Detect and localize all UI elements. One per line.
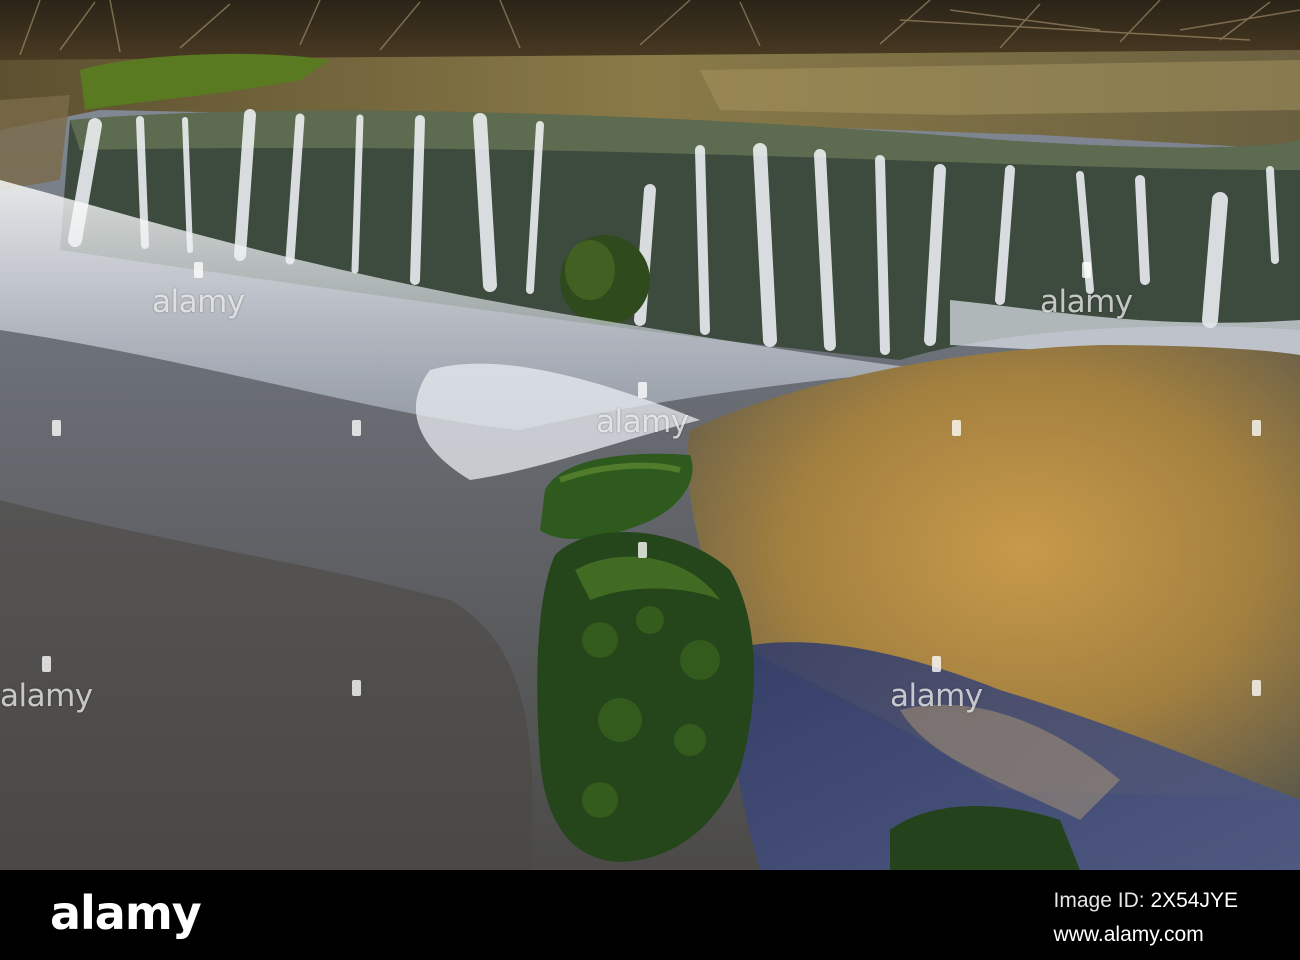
watermark: alamy [152, 262, 245, 318]
footer-logo: alamy [50, 886, 202, 940]
watermark-dot-icon [637, 382, 647, 398]
watermark-dot-icon [951, 420, 961, 436]
watermark-dot-icon [193, 262, 203, 278]
image-id-line: Image ID: 2X54JYE [1054, 884, 1238, 918]
watermark-dot-icon [351, 680, 361, 696]
image-id-value: 2X54JYE [1150, 889, 1238, 912]
stock-footer-bar: alamy Image ID: 2X54JYE www.alamy.com [0, 870, 1300, 960]
watermark: alamy [890, 656, 983, 712]
image-id-label: Image ID: [1053, 889, 1145, 912]
watermark: alamy [310, 420, 403, 476]
river-cascade-photo: alamy alamy alamy alamy alamy alamy alam… [0, 0, 1300, 870]
footer-url: www.alamy.com [1053, 923, 1204, 946]
watermark-dot-icon [637, 542, 647, 558]
watermark: alamy [10, 420, 103, 476]
watermark: alamy [1210, 420, 1300, 476]
watermark: alamy [310, 680, 403, 736]
watermark-dot-icon [1081, 262, 1091, 278]
watermark: alamy [0, 656, 93, 712]
watermark-dot-icon [931, 656, 941, 672]
watermark-dot-icon [351, 420, 361, 436]
watermark-dot-icon [51, 420, 61, 436]
watermark-dot-icon [41, 656, 51, 672]
footer-info: Image ID: 2X54JYE www.alamy.com [1054, 884, 1238, 952]
watermark: alamy [1210, 680, 1300, 736]
watermark: alamy [910, 420, 1003, 476]
watermark-dot-icon [1251, 680, 1261, 696]
watermark: alamy [596, 382, 689, 438]
watermark-dot-icon [1251, 420, 1261, 436]
watermark: alamy [1040, 262, 1133, 318]
watermark: alamy [596, 542, 689, 598]
